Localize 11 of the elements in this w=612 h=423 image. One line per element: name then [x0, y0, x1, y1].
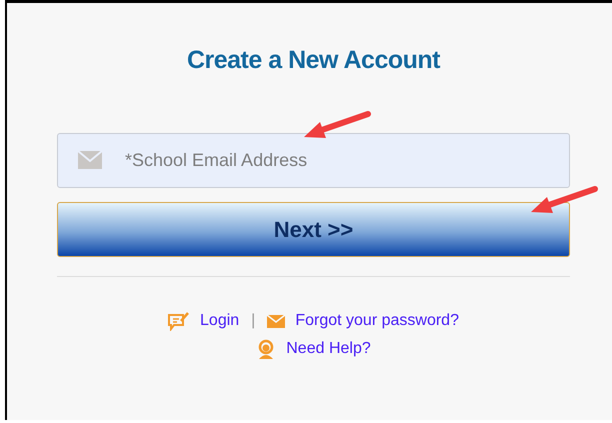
speech-note-icon — [168, 311, 190, 331]
page-title: Create a New Account — [186, 45, 442, 76]
email-field[interactable]: *School Email Address — [57, 133, 570, 188]
help-link[interactable]: Need Help? — [286, 340, 371, 358]
annotation-arrow — [529, 185, 599, 215]
link[interactable]: Login — [200, 312, 240, 330]
next-button[interactable]: Next >> — [57, 202, 570, 257]
envelope-icon — [267, 314, 286, 328]
annotation-arrow — [302, 110, 372, 140]
separator: | — [251, 312, 256, 330]
link[interactable]: Forgot your password? — [295, 312, 459, 330]
